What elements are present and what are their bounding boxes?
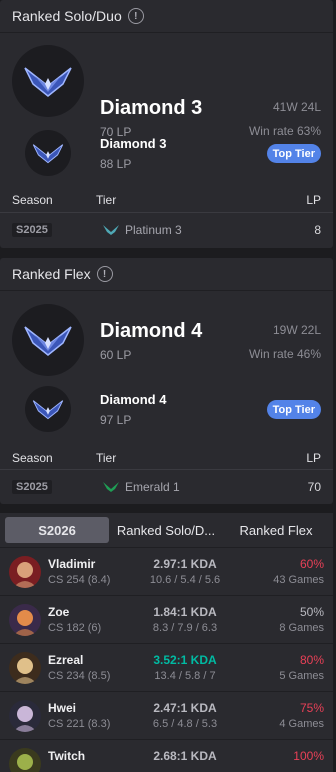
champion-games: 4 Games — [279, 718, 324, 730]
champion-stats-tabs: S2026 Ranked Solo/D... Ranked Flex — [0, 513, 333, 547]
win-rate: Win rate 63% — [248, 124, 321, 138]
panel-title: Ranked Solo/Duo — [12, 8, 122, 24]
champion-kda: 2.68:1 KDA — [153, 749, 217, 763]
champion-row[interactable]: Zoe CS 182 (6) 1.84:1 KDA 8.3 / 7.9 / 6.… — [0, 595, 333, 643]
top-tier-badge: Top Tier — [266, 400, 321, 419]
champion-row[interactable]: Hwei CS 221 (8.3) 2.47:1 KDA 6.5 / 4.8 /… — [0, 691, 333, 739]
season-badge: S2025 — [12, 480, 52, 494]
diamond-emblem-small-icon — [25, 386, 71, 432]
peak-lp: 97 LP — [100, 413, 132, 427]
tier-name: Emerald 1 — [125, 480, 180, 494]
ranked-solo-panel: Ranked Solo/Duo ! Diamond 3 70 LP 41W 24… — [0, 0, 333, 248]
champion-portrait — [9, 556, 41, 588]
peak-tier: Diamond 3 — [100, 136, 167, 151]
lp-header: LP — [306, 193, 321, 207]
lp-value: 8 — [314, 223, 321, 237]
peak-lp: 88 LP — [100, 157, 132, 171]
champion-row[interactable]: Twitch 2.68:1 KDA 100% — [0, 739, 333, 772]
champion-winrate: 75% — [299, 701, 324, 715]
history-header: Season Tier LP — [0, 186, 333, 214]
champion-winrate: 60% — [299, 557, 324, 571]
champion-row[interactable]: Ezreal CS 234 (8.5) 3.52:1 KDA 13.4 / 5.… — [0, 643, 333, 691]
top-tier-badge: Top Tier — [266, 144, 321, 163]
win-loss-record: 19W 22L — [272, 323, 321, 337]
current-tier: Diamond 3 — [100, 97, 203, 119]
history-row: S2025 Emerald 1 70 — [0, 469, 333, 503]
champion-portrait — [9, 700, 41, 732]
champion-kda-detail: 6.5 / 4.8 / 5.3 — [152, 718, 218, 730]
champion-kda: 1.84:1 KDA — [153, 605, 217, 619]
season-header: Season — [12, 193, 53, 207]
win-rate: Win rate 46% — [248, 347, 321, 361]
champion-portrait — [9, 652, 41, 684]
history-header: Season Tier LP — [0, 444, 333, 472]
diamond-emblem-icon — [12, 304, 84, 376]
panel-header: Ranked Solo/Duo ! — [0, 0, 333, 33]
current-lp: 60 LP — [100, 348, 132, 362]
champion-winrate: 80% — [299, 653, 324, 667]
win-loss-record: 41W 24L — [272, 100, 321, 114]
champion-cs: CS 221 (8.3) — [48, 718, 111, 730]
current-tier: Diamond 4 — [100, 320, 203, 342]
tier-header: Tier — [96, 451, 117, 465]
champion-name: Hwei — [48, 701, 77, 715]
champion-kda: 2.97:1 KDA — [153, 557, 217, 571]
champion-row[interactable]: Vladimir CS 254 (8.4) 2.97:1 KDA 10.6 / … — [0, 547, 333, 595]
champion-games: 5 Games — [279, 670, 324, 682]
champion-name: Ezreal — [48, 653, 84, 667]
champion-cs: CS 234 (8.5) — [48, 670, 111, 682]
diamond-emblem-icon — [12, 45, 84, 117]
peak-tier: Diamond 4 — [100, 392, 167, 407]
tab-season[interactable]: S2026 — [5, 517, 109, 543]
tier-name: Platinum 3 — [125, 223, 182, 237]
champion-games: 8 Games — [279, 622, 324, 634]
lp-value: 70 — [307, 480, 321, 494]
champion-kda-detail: 10.6 / 5.4 / 5.6 — [149, 574, 221, 586]
champion-games: 43 Games — [273, 574, 324, 586]
champion-name: Twitch — [48, 749, 86, 763]
champion-portrait — [9, 604, 41, 636]
champion-kda: 2.47:1 KDA — [153, 701, 217, 715]
ranked-flex-panel: Ranked Flex ! Diamond 4 60 LP 19W 22L Wi… — [0, 258, 333, 504]
tab-ranked-flex[interactable]: Ranked Flex — [226, 517, 326, 543]
champion-name: Vladimir — [48, 557, 96, 571]
current-rank: Diamond 3 70 LP 41W 24L Win rate 63% — [0, 33, 333, 139]
champion-cs: CS 254 (8.4) — [48, 574, 111, 586]
info-icon[interactable]: ! — [127, 8, 144, 24]
emerald-crest-icon — [103, 482, 119, 492]
season-badge: S2025 — [12, 223, 52, 237]
panel-header: Ranked Flex ! — [0, 258, 333, 291]
lp-header: LP — [306, 451, 321, 465]
panel-title: Ranked Flex — [12, 266, 91, 282]
champion-kda: 3.52:1 KDA — [153, 653, 217, 667]
champion-name: Zoe — [48, 605, 70, 619]
season-header: Season — [12, 451, 53, 465]
info-icon[interactable]: ! — [96, 266, 113, 282]
champion-winrate: 100% — [293, 749, 324, 763]
champion-winrate: 50% — [299, 605, 324, 619]
platinum-crest-icon — [103, 225, 119, 235]
champion-portrait — [9, 748, 41, 772]
tab-ranked-solo[interactable]: Ranked Solo/D... — [112, 517, 220, 543]
history-row: S2025 Platinum 3 8 — [0, 212, 333, 246]
champion-kda-detail: 8.3 / 7.9 / 6.3 — [152, 622, 218, 634]
champion-cs: CS 182 (6) — [48, 622, 102, 634]
champion-kda-detail: 13.4 / 5.8 / 7 — [154, 670, 216, 682]
tier-header: Tier — [96, 193, 117, 207]
diamond-emblem-small-icon — [25, 130, 71, 176]
